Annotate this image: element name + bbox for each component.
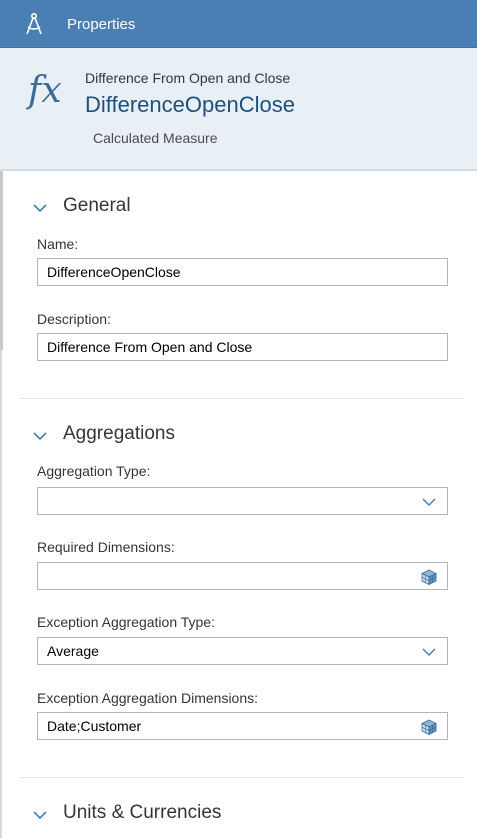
name-field[interactable]: DifferenceOpenClose [37, 258, 448, 286]
properties-title-bar: Properties [0, 0, 477, 48]
name-field-value: DifferenceOpenClose [47, 264, 181, 280]
exception-type-select[interactable]: Average [37, 637, 448, 665]
required-dimensions-field[interactable] [37, 562, 448, 590]
section-divider [20, 777, 464, 778]
panel-title: Properties [67, 16, 136, 33]
units-section-title: Units & Currencies [63, 802, 222, 823]
name-label: Name: [37, 236, 79, 252]
left-edge-accent [0, 170, 3, 350]
chevron-down-icon [33, 811, 47, 820]
object-header: fx Difference From Open and Close Differ… [0, 48, 477, 171]
chevron-down-icon[interactable] [420, 643, 438, 661]
description-field-value: Difference From Open and Close [47, 339, 253, 355]
compass-icon [26, 12, 42, 35]
chevron-down-icon [33, 432, 47, 441]
object-name: DifferenceOpenClose [85, 92, 295, 117]
chevron-down-icon[interactable] [420, 493, 438, 511]
exception-dimensions-label: Exception Aggregation Dimensions: [37, 690, 259, 706]
cube-icon[interactable] [420, 718, 438, 736]
section-divider [20, 398, 464, 399]
object-type: Calculated Measure [93, 130, 218, 146]
exception-type-label: Exception Aggregation Type: [37, 614, 215, 630]
aggregation-type-select[interactable] [37, 487, 448, 515]
exception-dimensions-value: Date;Customer [47, 718, 142, 734]
exception-dimensions-field[interactable]: Date;Customer [37, 712, 448, 740]
required-dimensions-label: Required Dimensions: [37, 539, 175, 555]
aggregation-type-label: Aggregation Type: [37, 463, 151, 479]
svg-text:fx: fx [26, 70, 62, 111]
fx-icon: fx [26, 70, 62, 111]
object-description: Difference From Open and Close [85, 70, 291, 86]
description-label: Description: [37, 311, 111, 327]
cube-icon[interactable] [420, 568, 438, 586]
chevron-down-icon [33, 204, 47, 213]
general-section-title: General [63, 195, 131, 216]
exception-type-value: Average [47, 643, 99, 659]
aggregations-section-title: Aggregations [63, 423, 175, 444]
description-field[interactable]: Difference From Open and Close [37, 333, 448, 361]
